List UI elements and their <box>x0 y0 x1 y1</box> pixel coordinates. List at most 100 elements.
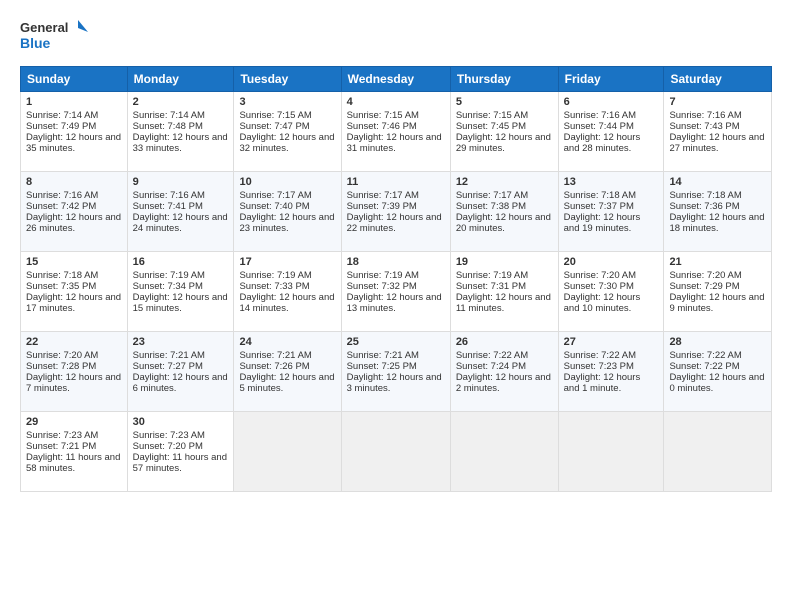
cell-info: Daylight: 12 hours and 1 minute. <box>564 372 659 394</box>
cell-info: Sunrise: 7:18 AM <box>669 190 766 201</box>
day-of-week-header: Saturday <box>664 67 772 92</box>
cell-info: Sunset: 7:31 PM <box>456 281 553 292</box>
calendar-cell: 6Sunrise: 7:16 AMSunset: 7:44 PMDaylight… <box>558 92 664 172</box>
calendar-cell <box>664 412 772 492</box>
cell-info: Sunrise: 7:14 AM <box>26 110 122 121</box>
cell-info: Sunrise: 7:15 AM <box>456 110 553 121</box>
day-number: 6 <box>564 96 659 108</box>
cell-info: Daylight: 12 hours and 20 minutes. <box>456 212 553 234</box>
cell-info: Daylight: 12 hours and 17 minutes. <box>26 292 122 314</box>
cell-info: Sunset: 7:41 PM <box>133 201 229 212</box>
calendar-cell: 10Sunrise: 7:17 AMSunset: 7:40 PMDayligh… <box>234 172 341 252</box>
cell-info: Daylight: 12 hours and 35 minutes. <box>26 132 122 154</box>
cell-info: Sunset: 7:37 PM <box>564 201 659 212</box>
day-number: 15 <box>26 256 122 268</box>
cell-info: Daylight: 12 hours and 32 minutes. <box>239 132 335 154</box>
cell-info: Sunset: 7:26 PM <box>239 361 335 372</box>
cell-info: Daylight: 12 hours and 18 minutes. <box>669 212 766 234</box>
cell-info: Sunrise: 7:17 AM <box>456 190 553 201</box>
cell-info: Sunrise: 7:18 AM <box>26 270 122 281</box>
cell-info: Sunset: 7:21 PM <box>26 441 122 452</box>
calendar-cell: 30Sunrise: 7:23 AMSunset: 7:20 PMDayligh… <box>127 412 234 492</box>
day-number: 19 <box>456 256 553 268</box>
day-number: 8 <box>26 176 122 188</box>
day-number: 16 <box>133 256 229 268</box>
calendar-cell: 23 Sunrise: 7:21 AMSunset: 7:27 PMDayligh… <box>127 332 234 412</box>
cell-info: Sunset: 7:27 PM <box>133 361 229 372</box>
calendar-cell: 16Sunrise: 7:19 AMSunset: 7:34 PMDayligh… <box>127 252 234 332</box>
header: General Blue <box>20 16 772 56</box>
day-number: 23 <box>133 336 229 348</box>
day-number: 29 <box>26 416 122 428</box>
calendar-week-row: 22Sunrise: 7:20 AMSunset: 7:28 PMDayligh… <box>21 332 772 412</box>
cell-info: Daylight: 11 hours and 58 minutes. <box>26 452 122 474</box>
days-of-week-row: SundayMondayTuesdayWednesdayThursdayFrid… <box>21 67 772 92</box>
cell-info: Sunrise: 7:23 AM <box>133 430 229 441</box>
calendar-cell: 8Sunrise: 7:16 AMSunset: 7:42 PMDaylight… <box>21 172 128 252</box>
cell-info: Sunrise: 7:19 AM <box>456 270 553 281</box>
cell-info: Sunset: 7:33 PM <box>239 281 335 292</box>
cell-info: Daylight: 12 hours and 15 minutes. <box>133 292 229 314</box>
cell-info: Daylight: 12 hours and 2 minutes. <box>456 372 553 394</box>
calendar-cell: 20Sunrise: 7:20 AMSunset: 7:30 PMDayligh… <box>558 252 664 332</box>
cell-info: Sunset: 7:28 PM <box>26 361 122 372</box>
cell-info: Sunset: 7:36 PM <box>669 201 766 212</box>
day-number: 17 <box>239 256 335 268</box>
calendar-cell: 12Sunrise: 7:17 AMSunset: 7:38 PMDayligh… <box>450 172 558 252</box>
cell-info: Sunrise: 7:22 AM <box>669 350 766 361</box>
cell-info: Daylight: 12 hours and 13 minutes. <box>347 292 445 314</box>
day-number: 9 <box>133 176 229 188</box>
svg-text:Blue: Blue <box>20 35 51 51</box>
day-number: 14 <box>669 176 766 188</box>
day-number: 7 <box>669 96 766 108</box>
calendar-cell: 22Sunrise: 7:20 AMSunset: 7:28 PMDayligh… <box>21 332 128 412</box>
cell-info: Sunset: 7:23 PM <box>564 361 659 372</box>
cell-info: Daylight: 12 hours and 5 minutes. <box>239 372 335 394</box>
calendar-cell: 4Sunrise: 7:15 AMSunset: 7:46 PMDaylight… <box>341 92 450 172</box>
cell-info: Sunrise: 7:20 AM <box>26 350 122 361</box>
cell-info: Sunrise: 7:23 AM <box>26 430 122 441</box>
calendar-cell: 13Sunrise: 7:18 AMSunset: 7:37 PMDayligh… <box>558 172 664 252</box>
cell-info: Daylight: 12 hours and 6 minutes. <box>133 372 229 394</box>
day-number: 25 <box>347 336 445 348</box>
cell-info: Daylight: 12 hours and 24 minutes. <box>133 212 229 234</box>
calendar-cell: 25 Sunrise: 7:21 AMSunset: 7:25 PMDayligh… <box>341 332 450 412</box>
cell-info: Sunrise: 7:15 AM <box>347 110 445 121</box>
cell-info: Sunrise: 7:19 AM <box>347 270 445 281</box>
cell-info: Sunset: 7:47 PM <box>239 121 335 132</box>
calendar-cell <box>341 412 450 492</box>
cell-info: Sunrise: 7:21 AM <box>347 350 445 361</box>
day-number: 24 <box>239 336 335 348</box>
cell-info: Sunrise: 7:22 AM <box>456 350 553 361</box>
page: General Blue SundayMondayTuesdayWednesda… <box>0 0 792 612</box>
calendar-cell: 29 Sunrise: 7:23 AMSunset: 7:21 PMDayligh… <box>21 412 128 492</box>
cell-info: Sunset: 7:24 PM <box>456 361 553 372</box>
day-number: 2 <box>133 96 229 108</box>
cell-info: Sunrise: 7:16 AM <box>133 190 229 201</box>
day-number: 13 <box>564 176 659 188</box>
calendar-cell: 15Sunrise: 7:18 AMSunset: 7:35 PMDayligh… <box>21 252 128 332</box>
cell-info: Sunset: 7:45 PM <box>456 121 553 132</box>
calendar-cell: 19Sunrise: 7:19 AMSunset: 7:31 PMDayligh… <box>450 252 558 332</box>
cell-info: Daylight: 12 hours and 27 minutes. <box>669 132 766 154</box>
cell-info: Sunrise: 7:21 AM <box>133 350 229 361</box>
cell-info: Sunset: 7:34 PM <box>133 281 229 292</box>
calendar-cell <box>450 412 558 492</box>
day-number: 4 <box>347 96 445 108</box>
cell-info: Daylight: 12 hours and 10 minutes. <box>564 292 659 314</box>
cell-info: Sunset: 7:25 PM <box>347 361 445 372</box>
cell-info: Daylight: 12 hours and 19 minutes. <box>564 212 659 234</box>
calendar-cell: 26Sunrise: 7:22 AMSunset: 7:24 PMDayligh… <box>450 332 558 412</box>
logo: General Blue <box>20 16 90 56</box>
cell-info: Sunset: 7:42 PM <box>26 201 122 212</box>
logo-svg: General Blue <box>20 16 90 56</box>
calendar-cell: 17Sunrise: 7:19 AMSunset: 7:33 PMDayligh… <box>234 252 341 332</box>
calendar-cell: 18Sunrise: 7:19 AMSunset: 7:32 PMDayligh… <box>341 252 450 332</box>
calendar-cell: 7Sunrise: 7:16 AMSunset: 7:43 PMDaylight… <box>664 92 772 172</box>
calendar-table: SundayMondayTuesdayWednesdayThursdayFrid… <box>20 66 772 492</box>
day-number: 27 <box>564 336 659 348</box>
cell-info: Daylight: 12 hours and 3 minutes. <box>347 372 445 394</box>
day-of-week-header: Monday <box>127 67 234 92</box>
calendar-week-row: 8 Sunrise: 7:16 AM Sunset: 7:42 PM Daylight… <box>21 172 772 252</box>
calendar-cell: 11Sunrise: 7:17 AMSunset: 7:39 PMDayligh… <box>341 172 450 252</box>
